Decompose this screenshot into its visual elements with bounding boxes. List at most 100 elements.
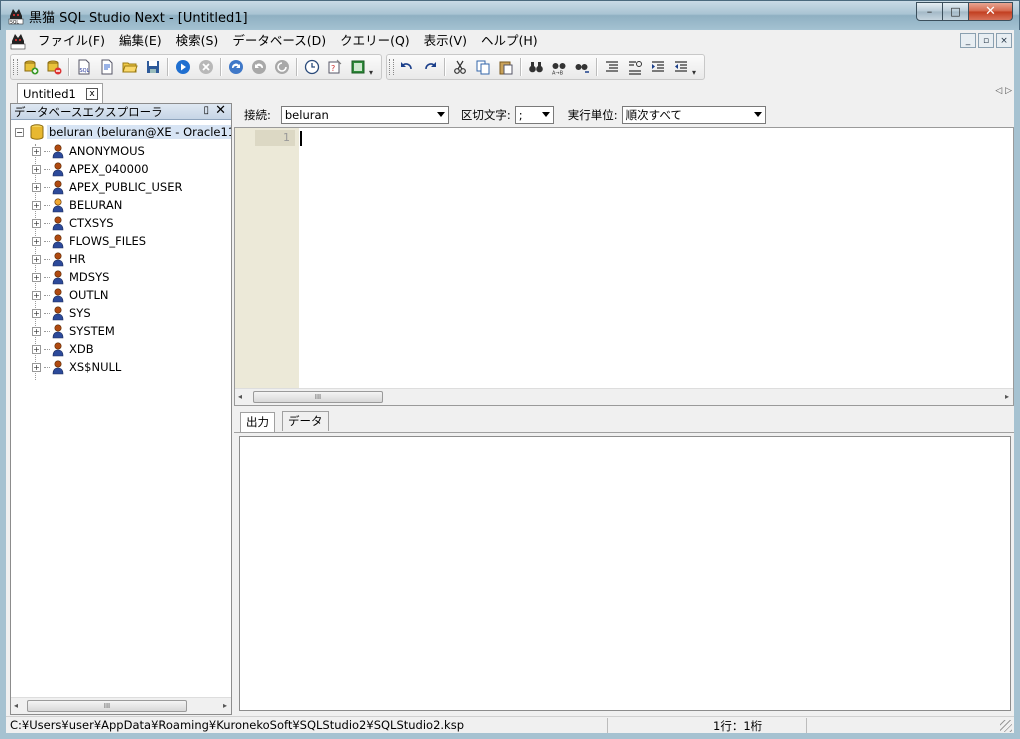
commit-icon[interactable] [224, 56, 247, 78]
replace-icon[interactable]: A→B [547, 56, 570, 78]
comment-icon[interactable] [623, 56, 646, 78]
tree-item-apex-public-user[interactable]: + APEX_PUBLIC_USER [32, 178, 183, 196]
expand-icon[interactable]: + [32, 290, 41, 300]
explorer-close-icon[interactable]: ✕ [215, 103, 226, 118]
connection-select[interactable]: beluran [280, 106, 449, 124]
tree-guide-line [44, 186, 50, 188]
tree-item-sys[interactable]: + SYS [32, 304, 91, 322]
execute-icon[interactable] [171, 56, 194, 78]
tree-guide-line [44, 348, 50, 350]
delimiter-select[interactable]: ; [514, 106, 554, 124]
document-app-icon[interactable] [9, 32, 27, 50]
new-script-icon[interactable] [95, 56, 118, 78]
stop-icon[interactable] [194, 56, 217, 78]
mdi-close-button[interactable]: × [996, 33, 1012, 48]
expand-icon[interactable]: + [32, 182, 41, 192]
tree-item-ctxsys[interactable]: + CTXSYS [32, 214, 114, 232]
mdi-minimize-button[interactable]: _ [960, 33, 976, 48]
expand-icon[interactable]: + [32, 164, 41, 174]
expand-icon[interactable]: + [32, 362, 41, 372]
expand-icon[interactable]: + [32, 308, 41, 318]
collapse-icon[interactable]: − [15, 127, 24, 137]
editor-horizontal-scrollbar[interactable]: ◂ III ▸ [235, 388, 1013, 405]
user-icon [52, 233, 64, 248]
toolbar-overflow-icon[interactable]: ▾ [692, 68, 700, 77]
tree-item-system[interactable]: + SYSTEM [32, 322, 115, 340]
output-text-area[interactable] [239, 436, 1011, 711]
tree-guide-line [44, 330, 50, 332]
history-icon[interactable] [300, 56, 323, 78]
copy-icon[interactable] [471, 56, 494, 78]
exec-unit-select[interactable]: 順次すべて [621, 106, 766, 124]
mdi-restore-button[interactable]: ▫ [978, 33, 994, 48]
tree-item-mdsys[interactable]: + MDSYS [32, 268, 109, 286]
scroll-right-icon[interactable]: ▸ [1005, 392, 1009, 401]
menu-database[interactable]: データベース(D) [225, 30, 333, 52]
paste-icon[interactable] [494, 56, 517, 78]
tree-root-connection[interactable]: − beluran (beluran@XE - Oracle11.2. [15, 124, 231, 140]
indent-icon[interactable] [646, 56, 669, 78]
close-button[interactable]: ✕ [969, 2, 1013, 21]
scroll-right-icon[interactable]: ▸ [223, 701, 227, 710]
expand-icon[interactable]: + [32, 146, 41, 156]
pin-icon[interactable]: ▯ [203, 105, 209, 116]
refresh-icon[interactable] [270, 56, 293, 78]
expand-icon[interactable]: + [32, 218, 41, 228]
scrollbar-thumb[interactable]: III [27, 700, 187, 712]
scroll-left-icon[interactable]: ◂ [14, 701, 18, 710]
expand-icon[interactable]: + [32, 326, 41, 336]
database-icon [30, 124, 44, 140]
tab-data[interactable]: データ [282, 411, 329, 431]
open-folder-icon[interactable] [118, 56, 141, 78]
tree-item-flows-files[interactable]: + FLOWS_FILES [32, 232, 146, 250]
tab-close-icon[interactable]: x [86, 88, 98, 100]
maximize-button[interactable]: □ [943, 2, 969, 21]
explorer-horizontal-scrollbar[interactable]: ◂ III ▸ [11, 697, 231, 714]
format-icon[interactable] [600, 56, 623, 78]
toolbar-separator [167, 58, 168, 76]
expand-icon[interactable]: + [32, 236, 41, 246]
tree-item-anonymous[interactable]: + ANONYMOUS [32, 142, 145, 160]
expand-icon[interactable]: + [32, 344, 41, 354]
find-icon[interactable] [524, 56, 547, 78]
disconnect-icon[interactable] [42, 56, 65, 78]
rollback-icon[interactable] [247, 56, 270, 78]
tab-untitled1[interactable]: Untitled1 x [17, 83, 103, 103]
tree-item-beluran[interactable]: + BELURAN [32, 196, 122, 214]
tree-item-xdb[interactable]: + XDB [32, 340, 94, 358]
menu-search[interactable]: 検索(S) [169, 30, 226, 52]
tree-item-xs-null[interactable]: + XS$NULL [32, 358, 121, 376]
resize-grip-icon[interactable] [1000, 720, 1012, 732]
tree-item-outln[interactable]: + OUTLN [32, 286, 109, 304]
expand-icon[interactable]: + [32, 254, 41, 264]
menu-file[interactable]: ファイル(F) [31, 30, 112, 52]
outdent-icon[interactable] [669, 56, 692, 78]
menu-edit[interactable]: 編集(E) [112, 30, 169, 52]
tab-output[interactable]: 出力 [240, 412, 275, 433]
expand-icon[interactable]: + [32, 200, 41, 210]
window-titlebar[interactable]: SQL 黒猫 SQL Studio Next - [Untitled1] – □… [0, 0, 1020, 30]
minimize-button[interactable]: – [916, 2, 943, 21]
save-icon[interactable] [141, 56, 164, 78]
scroll-left-icon[interactable]: ◂ [238, 392, 242, 401]
find-next-icon[interactable] [570, 56, 593, 78]
new-sql-icon[interactable]: SQL [72, 56, 95, 78]
menu-query[interactable]: クエリー(Q) [333, 30, 417, 52]
new-connection-icon[interactable] [19, 56, 42, 78]
scrollbar-thumb[interactable]: III [253, 391, 383, 403]
expand-icon[interactable]: + [32, 272, 41, 282]
menu-view[interactable]: 表示(V) [417, 30, 474, 52]
status-separator [607, 718, 608, 733]
export-icon[interactable] [346, 56, 369, 78]
tree-item-apex-040000[interactable]: + APEX_040000 [32, 160, 149, 178]
tree-item-hr[interactable]: + HR [32, 250, 86, 268]
toolbar-overflow-icon[interactable]: ▾ [369, 68, 377, 77]
undo-icon[interactable] [395, 56, 418, 78]
query-builder-icon[interactable]: ? [323, 56, 346, 78]
tab-scroll-arrows-icon[interactable]: ◁ ▷ [995, 86, 1012, 96]
sql-editor[interactable]: 1 ◂ III ▸ [234, 127, 1014, 406]
redo-icon[interactable] [418, 56, 441, 78]
menu-help[interactable]: ヘルプ(H) [474, 30, 545, 52]
cut-icon[interactable] [448, 56, 471, 78]
tree-guide-line [44, 366, 50, 368]
